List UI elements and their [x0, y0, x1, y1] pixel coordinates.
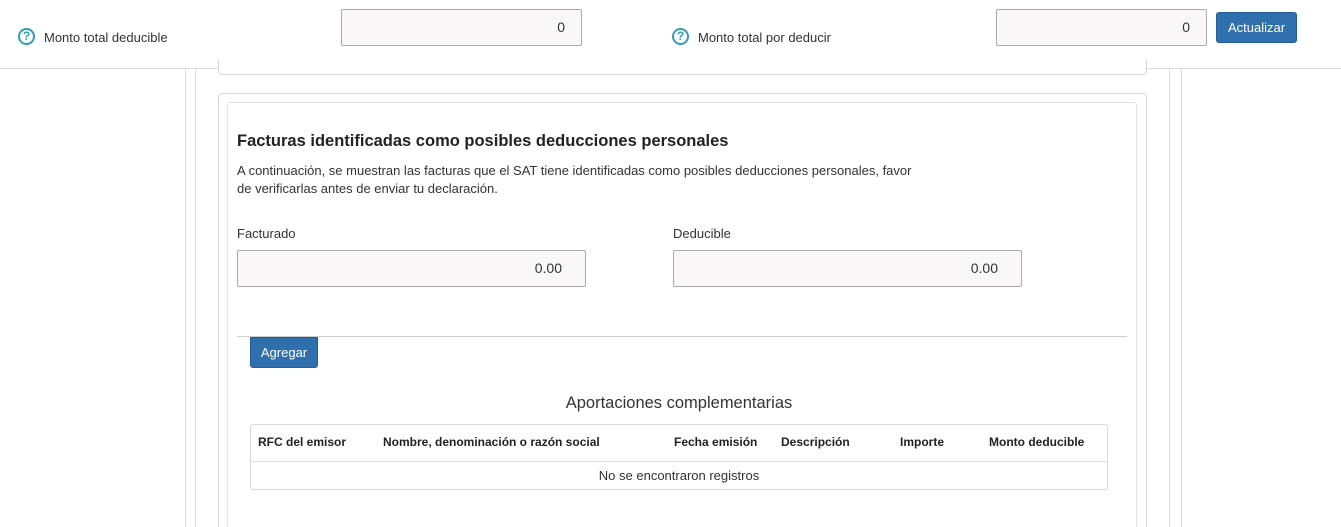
add-button[interactable]: Agregar — [250, 337, 318, 368]
help-icon[interactable]: ? — [18, 28, 35, 45]
facturado-field[interactable]: 0.00 — [237, 250, 586, 287]
column-header-descripcion[interactable]: Descripción — [781, 435, 850, 449]
frame-divider — [195, 69, 196, 527]
total-por-deducir-field[interactable]: 0 — [996, 9, 1207, 46]
table-empty-message: No se encontraron registros — [598, 468, 760, 483]
update-button[interactable]: Actualizar — [1216, 12, 1297, 43]
section-description-line: A continuación, se muestran las facturas… — [237, 163, 912, 178]
column-header-importe[interactable]: Importe — [900, 435, 944, 449]
help-icon[interactable]: ? — [672, 28, 689, 45]
section-description-line: de verificarlas antes de enviar tu decla… — [237, 181, 498, 196]
section-title: Facturas identificadas como posibles ded… — [237, 132, 729, 150]
frame-divider — [185, 69, 186, 527]
deducible-label: Deducible — [673, 226, 731, 241]
total-deducible-field[interactable]: 0 — [341, 9, 582, 46]
section-description: A continuación, se muestran las facturas… — [237, 162, 937, 198]
deducible-field[interactable]: 0.00 — [673, 250, 1022, 287]
column-header-monto-deducible[interactable]: Monto deducible — [989, 435, 1084, 449]
column-header-fecha[interactable]: Fecha emisión — [674, 435, 757, 449]
total-por-deducir-label: Monto total por deducir — [698, 30, 831, 45]
previous-panel-bottom — [218, 60, 1147, 75]
column-header-nombre[interactable]: Nombre, denominación o razón social — [383, 435, 600, 449]
total-deducible-label: Monto total deducible — [44, 30, 168, 45]
frame-divider — [1169, 69, 1170, 527]
totals-bar: ? Monto total deducible 0 ? Monto total … — [0, 0, 1341, 69]
facturado-label: Facturado — [237, 226, 296, 241]
table-header-divider — [251, 461, 1107, 462]
frame-divider — [1181, 69, 1182, 527]
divider — [237, 336, 1127, 337]
column-header-rfc[interactable]: RFC del emisor — [258, 435, 346, 449]
table-caption: Aportaciones complementarias — [565, 394, 793, 412]
